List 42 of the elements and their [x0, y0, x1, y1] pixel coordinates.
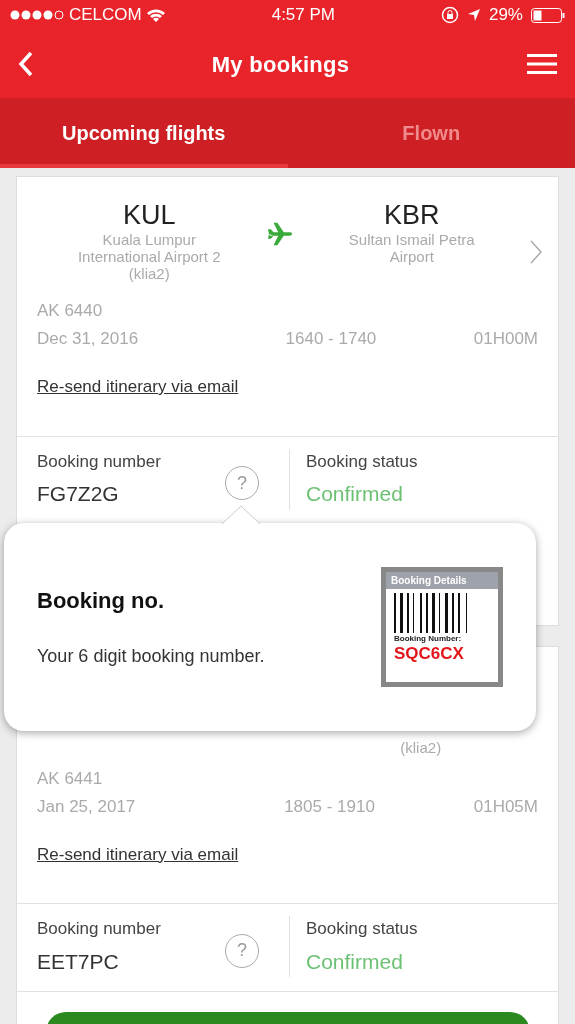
document-label: Booking Number: [393, 633, 463, 645]
booking-number: EET7PC [37, 948, 120, 975]
document-number: SQC6CX [393, 645, 465, 663]
popover-text: Your 6 digit booking number. [37, 645, 265, 668]
rotation-lock-icon [440, 6, 459, 24]
field-label: Booking number [37, 918, 161, 940]
resend-link[interactable]: Re-send itinerary via email [37, 841, 239, 867]
flight-duration: 01H00M [473, 329, 538, 349]
flight-number: AK 6440 [37, 301, 104, 321]
document-header: Booking Details [386, 572, 498, 589]
wifi-icon [145, 7, 166, 23]
battery-percent: 29% [488, 4, 523, 27]
airport-name: Kuala Lumpur International Airport 2 (klia2) [77, 231, 221, 282]
status-time: 4:57 PM [271, 4, 335, 27]
airport-code: KUL [123, 199, 176, 231]
back-icon[interactable] [18, 51, 34, 77]
popover-title: Booking no. [37, 587, 166, 615]
airport-code: KBR [384, 199, 440, 231]
tab[interactable]: Upcoming flights [0, 98, 288, 168]
booking-number: FG7Z2G [37, 481, 120, 507]
battery-icon [531, 7, 565, 23]
field-label: Booking status [306, 918, 418, 940]
booking-status: Confirmed [306, 948, 404, 975]
airport-name: Sultan Ismail Petra Airport [348, 231, 475, 265]
flight-times: 1640 - 1740 [285, 329, 377, 349]
field-label: Booking number [37, 450, 161, 473]
airplane-icon [267, 221, 294, 247]
chevron-right-icon[interactable] [530, 239, 542, 264]
flight-date: Dec 31, 2016 [37, 329, 139, 349]
page-title: My bookings [211, 50, 350, 79]
menu-icon[interactable] [527, 54, 557, 74]
flight-date: Jan 25, 2017 [37, 796, 136, 817]
flight-times: 1805 - 1910 [284, 796, 375, 817]
booking-status: Confirmed [306, 481, 404, 507]
airport-name: (klia2) [400, 738, 442, 756]
field-label: Booking status [306, 450, 418, 473]
carrier-name: CELCOM [69, 4, 142, 27]
flight-number: AK 6441 [37, 768, 104, 789]
signal-icon [10, 9, 65, 21]
resend-link[interactable]: Re-send itinerary via email [37, 374, 239, 400]
flight-duration: 01H05M [473, 796, 538, 817]
location-icon [466, 8, 481, 22]
